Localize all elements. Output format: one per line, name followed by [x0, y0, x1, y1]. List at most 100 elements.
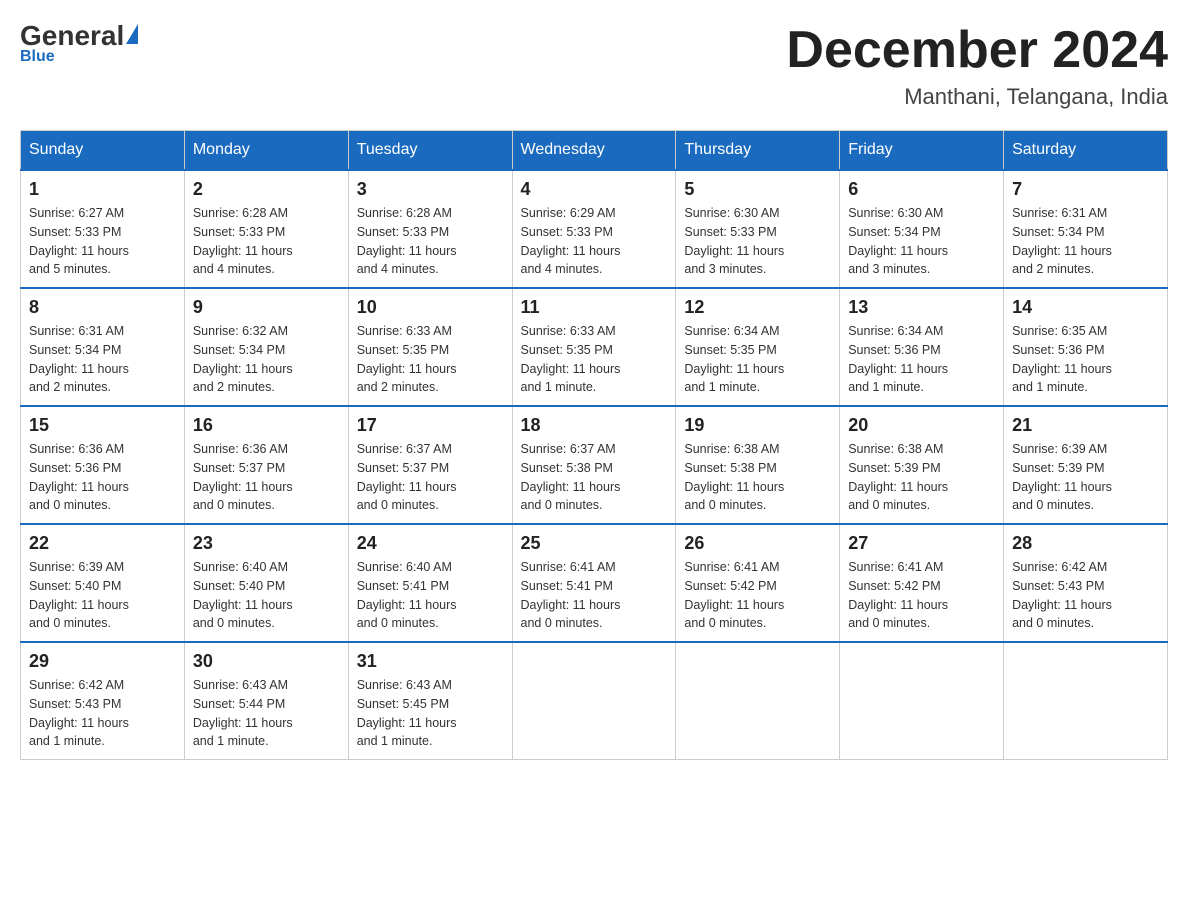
day-number: 9	[193, 297, 340, 318]
day-info: Sunrise: 6:33 AM Sunset: 5:35 PM Dayligh…	[357, 322, 504, 397]
day-info: Sunrise: 6:32 AM Sunset: 5:34 PM Dayligh…	[193, 322, 340, 397]
day-info: Sunrise: 6:31 AM Sunset: 5:34 PM Dayligh…	[29, 322, 176, 397]
calendar-cell: 27 Sunrise: 6:41 AM Sunset: 5:42 PM Dayl…	[840, 524, 1004, 642]
logo-blue-label: Blue	[20, 48, 55, 66]
calendar-week-row: 22 Sunrise: 6:39 AM Sunset: 5:40 PM Dayl…	[21, 524, 1168, 642]
calendar-cell	[512, 642, 676, 760]
day-info: Sunrise: 6:31 AM Sunset: 5:34 PM Dayligh…	[1012, 204, 1159, 279]
calendar-cell: 8 Sunrise: 6:31 AM Sunset: 5:34 PM Dayli…	[21, 288, 185, 406]
day-number: 25	[521, 533, 668, 554]
calendar-cell: 13 Sunrise: 6:34 AM Sunset: 5:36 PM Dayl…	[840, 288, 1004, 406]
day-number: 16	[193, 415, 340, 436]
day-info: Sunrise: 6:38 AM Sunset: 5:38 PM Dayligh…	[684, 440, 831, 515]
day-info: Sunrise: 6:27 AM Sunset: 5:33 PM Dayligh…	[29, 204, 176, 279]
day-info: Sunrise: 6:41 AM Sunset: 5:42 PM Dayligh…	[684, 558, 831, 633]
calendar-cell: 9 Sunrise: 6:32 AM Sunset: 5:34 PM Dayli…	[184, 288, 348, 406]
calendar-cell: 23 Sunrise: 6:40 AM Sunset: 5:40 PM Dayl…	[184, 524, 348, 642]
location-title: Manthani, Telangana, India	[786, 84, 1168, 110]
calendar-cell: 31 Sunrise: 6:43 AM Sunset: 5:45 PM Dayl…	[348, 642, 512, 760]
day-number: 5	[684, 179, 831, 200]
header-sunday: Sunday	[21, 131, 185, 171]
calendar-cell: 12 Sunrise: 6:34 AM Sunset: 5:35 PM Dayl…	[676, 288, 840, 406]
day-info: Sunrise: 6:41 AM Sunset: 5:42 PM Dayligh…	[848, 558, 995, 633]
day-info: Sunrise: 6:37 AM Sunset: 5:38 PM Dayligh…	[521, 440, 668, 515]
day-number: 23	[193, 533, 340, 554]
calendar-cell: 18 Sunrise: 6:37 AM Sunset: 5:38 PM Dayl…	[512, 406, 676, 524]
calendar-cell: 28 Sunrise: 6:42 AM Sunset: 5:43 PM Dayl…	[1004, 524, 1168, 642]
day-info: Sunrise: 6:43 AM Sunset: 5:45 PM Dayligh…	[357, 676, 504, 751]
day-info: Sunrise: 6:40 AM Sunset: 5:41 PM Dayligh…	[357, 558, 504, 633]
calendar-cell: 11 Sunrise: 6:33 AM Sunset: 5:35 PM Dayl…	[512, 288, 676, 406]
header-friday: Friday	[840, 131, 1004, 171]
calendar-cell: 29 Sunrise: 6:42 AM Sunset: 5:43 PM Dayl…	[21, 642, 185, 760]
calendar-cell: 21 Sunrise: 6:39 AM Sunset: 5:39 PM Dayl…	[1004, 406, 1168, 524]
weekday-header-row: Sunday Monday Tuesday Wednesday Thursday…	[21, 131, 1168, 171]
calendar-cell: 17 Sunrise: 6:37 AM Sunset: 5:37 PM Dayl…	[348, 406, 512, 524]
calendar-cell: 22 Sunrise: 6:39 AM Sunset: 5:40 PM Dayl…	[21, 524, 185, 642]
day-number: 31	[357, 651, 504, 672]
day-number: 3	[357, 179, 504, 200]
calendar-cell	[840, 642, 1004, 760]
day-number: 30	[193, 651, 340, 672]
day-number: 11	[521, 297, 668, 318]
day-number: 21	[1012, 415, 1159, 436]
day-number: 27	[848, 533, 995, 554]
day-number: 26	[684, 533, 831, 554]
day-number: 24	[357, 533, 504, 554]
calendar-cell: 16 Sunrise: 6:36 AM Sunset: 5:37 PM Dayl…	[184, 406, 348, 524]
header-wednesday: Wednesday	[512, 131, 676, 171]
calendar-cell: 14 Sunrise: 6:35 AM Sunset: 5:36 PM Dayl…	[1004, 288, 1168, 406]
calendar-cell: 20 Sunrise: 6:38 AM Sunset: 5:39 PM Dayl…	[840, 406, 1004, 524]
day-number: 6	[848, 179, 995, 200]
month-title: December 2024	[786, 20, 1168, 80]
calendar-table: Sunday Monday Tuesday Wednesday Thursday…	[20, 130, 1168, 760]
day-number: 8	[29, 297, 176, 318]
header-tuesday: Tuesday	[348, 131, 512, 171]
day-number: 10	[357, 297, 504, 318]
day-number: 20	[848, 415, 995, 436]
day-info: Sunrise: 6:35 AM Sunset: 5:36 PM Dayligh…	[1012, 322, 1159, 397]
calendar-week-row: 8 Sunrise: 6:31 AM Sunset: 5:34 PM Dayli…	[21, 288, 1168, 406]
day-info: Sunrise: 6:37 AM Sunset: 5:37 PM Dayligh…	[357, 440, 504, 515]
title-section: December 2024 Manthani, Telangana, India	[786, 20, 1168, 110]
calendar-week-row: 1 Sunrise: 6:27 AM Sunset: 5:33 PM Dayli…	[21, 170, 1168, 288]
day-number: 22	[29, 533, 176, 554]
day-info: Sunrise: 6:30 AM Sunset: 5:34 PM Dayligh…	[848, 204, 995, 279]
calendar-cell	[676, 642, 840, 760]
calendar-cell: 10 Sunrise: 6:33 AM Sunset: 5:35 PM Dayl…	[348, 288, 512, 406]
calendar-cell: 4 Sunrise: 6:29 AM Sunset: 5:33 PM Dayli…	[512, 170, 676, 288]
day-number: 18	[521, 415, 668, 436]
day-info: Sunrise: 6:28 AM Sunset: 5:33 PM Dayligh…	[357, 204, 504, 279]
header-monday: Monday	[184, 131, 348, 171]
day-info: Sunrise: 6:36 AM Sunset: 5:37 PM Dayligh…	[193, 440, 340, 515]
day-number: 7	[1012, 179, 1159, 200]
day-number: 17	[357, 415, 504, 436]
day-number: 1	[29, 179, 176, 200]
calendar-cell: 2 Sunrise: 6:28 AM Sunset: 5:33 PM Dayli…	[184, 170, 348, 288]
day-number: 15	[29, 415, 176, 436]
day-info: Sunrise: 6:43 AM Sunset: 5:44 PM Dayligh…	[193, 676, 340, 751]
day-info: Sunrise: 6:41 AM Sunset: 5:41 PM Dayligh…	[521, 558, 668, 633]
day-number: 13	[848, 297, 995, 318]
day-info: Sunrise: 6:42 AM Sunset: 5:43 PM Dayligh…	[29, 676, 176, 751]
header-saturday: Saturday	[1004, 131, 1168, 171]
logo: General Blue	[20, 20, 138, 66]
logo-triangle-icon	[126, 24, 138, 44]
day-number: 19	[684, 415, 831, 436]
calendar-cell: 25 Sunrise: 6:41 AM Sunset: 5:41 PM Dayl…	[512, 524, 676, 642]
day-number: 14	[1012, 297, 1159, 318]
day-info: Sunrise: 6:39 AM Sunset: 5:40 PM Dayligh…	[29, 558, 176, 633]
calendar-cell: 19 Sunrise: 6:38 AM Sunset: 5:38 PM Dayl…	[676, 406, 840, 524]
calendar-cell: 24 Sunrise: 6:40 AM Sunset: 5:41 PM Dayl…	[348, 524, 512, 642]
day-info: Sunrise: 6:38 AM Sunset: 5:39 PM Dayligh…	[848, 440, 995, 515]
day-number: 2	[193, 179, 340, 200]
calendar-week-row: 29 Sunrise: 6:42 AM Sunset: 5:43 PM Dayl…	[21, 642, 1168, 760]
calendar-cell: 6 Sunrise: 6:30 AM Sunset: 5:34 PM Dayli…	[840, 170, 1004, 288]
calendar-cell	[1004, 642, 1168, 760]
day-info: Sunrise: 6:40 AM Sunset: 5:40 PM Dayligh…	[193, 558, 340, 633]
day-info: Sunrise: 6:29 AM Sunset: 5:33 PM Dayligh…	[521, 204, 668, 279]
page-header: General Blue December 2024 Manthani, Tel…	[20, 20, 1168, 110]
calendar-cell: 7 Sunrise: 6:31 AM Sunset: 5:34 PM Dayli…	[1004, 170, 1168, 288]
day-number: 28	[1012, 533, 1159, 554]
day-info: Sunrise: 6:33 AM Sunset: 5:35 PM Dayligh…	[521, 322, 668, 397]
